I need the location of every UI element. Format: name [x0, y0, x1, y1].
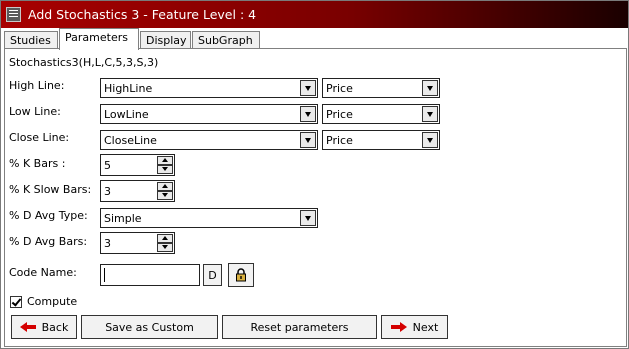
stepper-value: 5 — [104, 159, 111, 172]
app-icon — [6, 7, 21, 22]
chevron-down-icon[interactable] — [157, 243, 173, 252]
code-name-label: Code Name: — [9, 266, 77, 279]
code-name-input[interactable] — [100, 264, 200, 286]
high-line-label: High Line: — [9, 79, 65, 92]
k-bars-stepper[interactable]: 5 — [100, 154, 175, 176]
k-bars-label: % K Bars : — [9, 157, 66, 170]
formula-text: Stochastics3(H,L,C,5,3,S,3) — [9, 56, 159, 69]
tab-label: Parameters — [65, 31, 128, 44]
high-line-type-select[interactable]: Price — [322, 78, 440, 98]
next-button-label: Next — [412, 320, 439, 334]
chevron-down-icon[interactable] — [157, 191, 173, 200]
select-value: HighLine — [104, 82, 153, 95]
d-button-label: D — [208, 268, 217, 282]
close-line-type-select[interactable]: Price — [322, 130, 440, 150]
low-line-select[interactable]: LowLine — [100, 104, 318, 124]
d-avg-bars-stepper[interactable]: 3 — [100, 232, 175, 254]
select-value: Price — [326, 82, 353, 95]
select-value: Simple — [104, 212, 142, 225]
arrow-left-icon — [19, 322, 36, 332]
lock-icon — [236, 268, 246, 282]
low-line-type-select[interactable]: Price — [322, 104, 440, 124]
compute-checkbox[interactable] — [10, 296, 22, 308]
dialog-window: Add Stochastics 3 - Feature Level : 4 St… — [0, 0, 629, 349]
tab-display[interactable]: Display — [140, 31, 191, 49]
stepper-value: 3 — [104, 237, 111, 250]
select-value: Price — [326, 134, 353, 147]
save-as-custom-button[interactable]: Save as Custom — [81, 315, 218, 339]
arrow-right-icon — [390, 322, 407, 332]
chevron-down-icon[interactable] — [300, 210, 316, 226]
chevron-up-icon[interactable] — [157, 234, 173, 243]
chevron-down-icon[interactable] — [422, 132, 438, 148]
low-line-label: Low Line: — [9, 105, 61, 118]
tab-subgraph[interactable]: SubGraph — [192, 31, 260, 49]
k-slow-bars-label: % K Slow Bars: — [9, 183, 92, 196]
stepper-value: 3 — [104, 185, 111, 198]
d-button[interactable]: D — [203, 264, 222, 286]
lock-button[interactable] — [228, 263, 254, 287]
text-caret — [104, 268, 105, 282]
chevron-down-icon[interactable] — [157, 165, 173, 174]
k-slow-bars-stepper[interactable]: 3 — [100, 180, 175, 202]
tab-label: Display — [146, 34, 187, 47]
close-line-label: Close Line: — [9, 131, 70, 144]
title-bar: Add Stochastics 3 - Feature Level : 4 — [1, 1, 628, 28]
chevron-down-icon[interactable] — [300, 132, 316, 148]
chevron-down-icon[interactable] — [300, 80, 316, 96]
d-avg-type-select[interactable]: Simple — [100, 208, 318, 228]
select-value: Price — [326, 108, 353, 121]
chevron-down-icon[interactable] — [422, 106, 438, 122]
d-avg-bars-label: % D Avg Bars: — [9, 235, 88, 248]
high-line-select[interactable]: HighLine — [100, 78, 318, 98]
reset-parameters-label: Reset parameters — [250, 320, 349, 334]
back-button-label: Back — [41, 320, 69, 334]
chevron-down-icon[interactable] — [300, 106, 316, 122]
tab-studies[interactable]: Studies — [4, 31, 58, 49]
tab-label: Studies — [10, 34, 51, 47]
d-avg-type-label: % D Avg Type: — [9, 209, 88, 222]
select-value: LowLine — [104, 108, 149, 121]
window-title: Add Stochastics 3 - Feature Level : 4 — [28, 7, 257, 22]
reset-parameters-button[interactable]: Reset parameters — [222, 315, 377, 339]
save-as-custom-label: Save as Custom — [105, 320, 194, 334]
back-button[interactable]: Back — [11, 315, 77, 339]
close-line-select[interactable]: CloseLine — [100, 130, 318, 150]
chevron-down-icon[interactable] — [422, 80, 438, 96]
chevron-up-icon[interactable] — [157, 156, 173, 165]
next-button[interactable]: Next — [381, 315, 448, 339]
select-value: CloseLine — [104, 134, 157, 147]
tab-label: SubGraph — [198, 34, 253, 47]
tab-parameters[interactable]: Parameters — [59, 28, 139, 50]
compute-label: Compute — [27, 295, 78, 308]
chevron-up-icon[interactable] — [157, 182, 173, 191]
